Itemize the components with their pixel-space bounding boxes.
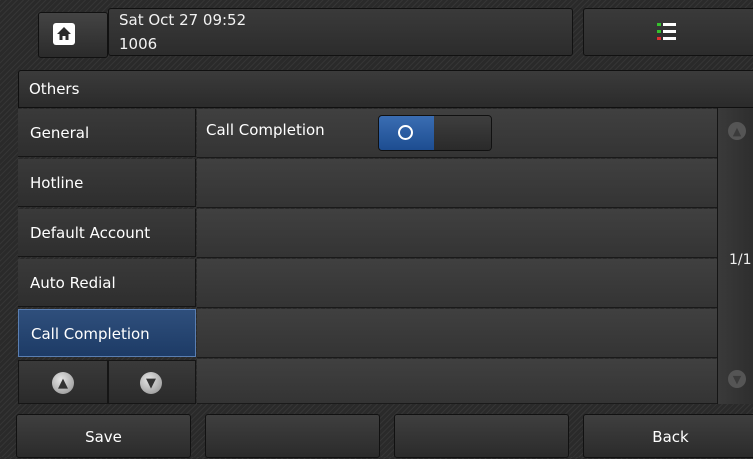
save-button[interactable]: Save	[16, 414, 191, 458]
nav-item-label: Auto Redial	[30, 274, 116, 292]
empty-row	[197, 209, 717, 258]
softkey-3[interactable]	[394, 414, 569, 458]
softkey-2[interactable]	[205, 414, 380, 458]
nav-item-general[interactable]: General	[18, 109, 196, 157]
nav-item-call-completion[interactable]: Call Completion	[18, 309, 196, 357]
arrow-up-icon: ▲	[52, 372, 74, 394]
list-icon	[657, 23, 676, 40]
arrow-down-icon: ▼	[140, 372, 162, 394]
empty-row	[197, 309, 717, 358]
nav-item-label: General	[30, 124, 90, 142]
nav-up-button[interactable]: ▲	[18, 360, 108, 404]
page-scrollbar[interactable]: ▲ 1/1 ▼	[717, 108, 753, 404]
extension-number: 1006	[119, 35, 158, 53]
back-button[interactable]: Back	[583, 414, 753, 458]
empty-row	[197, 159, 717, 208]
page-indicator: 1/1	[729, 252, 752, 268]
date-time: Sat Oct 27 09:52	[119, 11, 247, 29]
empty-row	[197, 259, 717, 308]
nav-item-auto-redial[interactable]: Auto Redial	[18, 259, 196, 307]
scroll-down-icon[interactable]: ▼	[728, 370, 746, 388]
toggle-on-indicator	[398, 125, 413, 140]
scroll-up-icon[interactable]: ▲	[728, 122, 746, 140]
setting-label: Call Completion	[206, 121, 325, 139]
call-completion-toggle[interactable]	[378, 115, 492, 151]
menu-button[interactable]	[583, 8, 753, 56]
setting-row-call-completion: Call Completion	[197, 109, 717, 158]
nav-item-default-account[interactable]: Default Account	[18, 209, 196, 257]
nav-item-hotline[interactable]: Hotline	[18, 159, 196, 207]
nav-item-label: Default Account	[30, 224, 151, 242]
status-panel: Sat Oct 27 09:52 1006	[108, 8, 573, 56]
home-button[interactable]	[38, 12, 108, 58]
nav-item-label: Call Completion	[31, 325, 150, 343]
nav-down-button[interactable]: ▼	[108, 360, 196, 404]
section-title: Others	[29, 80, 80, 98]
toggle-off-segment	[434, 116, 491, 150]
nav-item-label: Hotline	[30, 174, 84, 192]
section-header: Others	[18, 70, 753, 108]
home-icon	[53, 23, 75, 45]
empty-row	[197, 359, 717, 404]
